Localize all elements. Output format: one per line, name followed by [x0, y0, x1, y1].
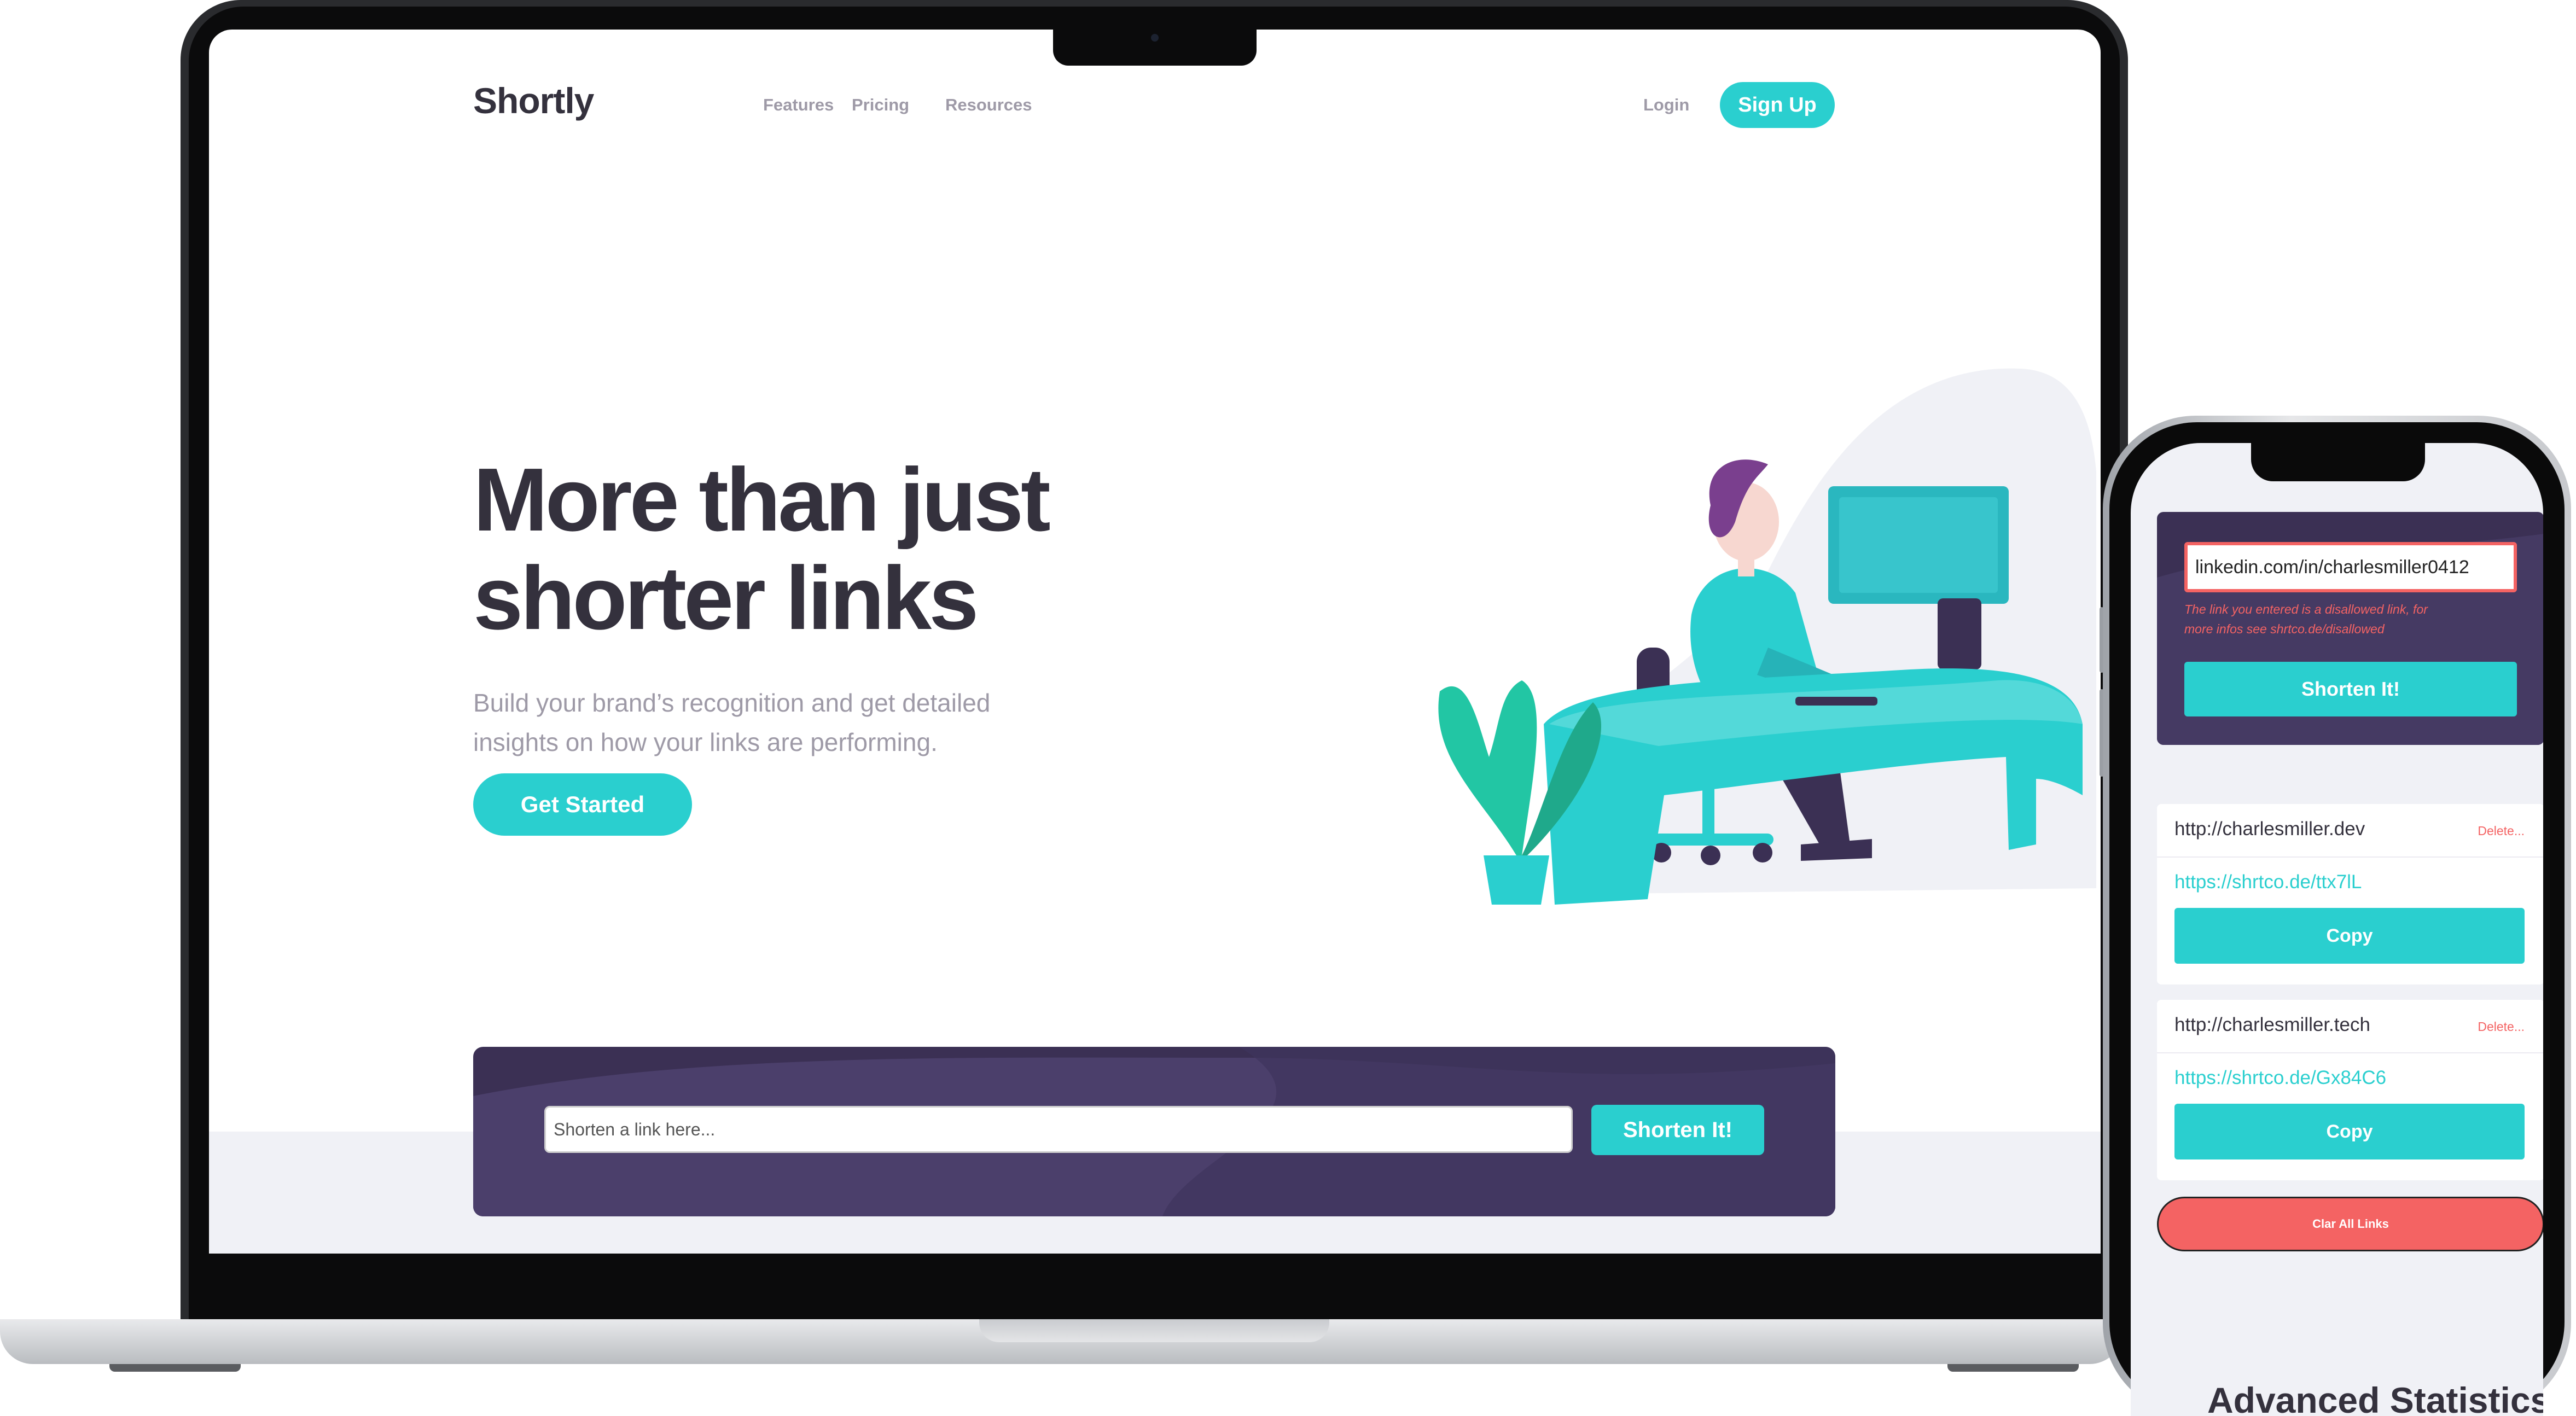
- desktop-screen: Shortly Features Pricing Resources Login…: [209, 30, 2101, 1254]
- hero-subtitle-line1: Build your brand’s recognition and get d…: [473, 689, 991, 717]
- login-link[interactable]: Login: [1643, 95, 1689, 115]
- original-url: http://charlesmiller.tech: [2174, 1014, 2370, 1035]
- mobile-shorten-it-button[interactable]: Shorten It!: [2184, 662, 2517, 716]
- nav-link-resources[interactable]: Resources: [945, 95, 1032, 115]
- nav-link-features[interactable]: Features: [763, 95, 834, 115]
- delete-link-button[interactable]: Delete...: [2478, 824, 2525, 838]
- hero-subtitle: Build your brand’s recognition and get d…: [473, 683, 1130, 762]
- laptop-foot-left: [109, 1364, 241, 1372]
- hero-title: More than just shorter links: [473, 451, 1239, 648]
- nav-link-pricing[interactable]: Pricing: [852, 95, 909, 115]
- shorten-it-button[interactable]: Shorten It!: [1591, 1105, 1764, 1155]
- copy-button[interactable]: Copy: [2174, 908, 2525, 964]
- error-message: The link you entered is a disallowed lin…: [2184, 599, 2513, 639]
- brand-logo[interactable]: Shortly: [473, 80, 594, 121]
- mobile-shorten-panel: The link you entered is a disallowed lin…: [2157, 512, 2543, 745]
- mobile-screen: The link you entered is a disallowed lin…: [2131, 443, 2543, 1416]
- mobile-shorten-link-input[interactable]: [2184, 542, 2517, 592]
- laptop-foot-right: [1947, 1364, 2079, 1372]
- link-result-card: http://charlesmiller.tech Delete... http…: [2157, 1000, 2543, 1180]
- clear-all-links-button[interactable]: Clar All Links: [2157, 1197, 2543, 1251]
- sign-up-button[interactable]: Sign Up: [1720, 82, 1835, 128]
- shorten-link-input[interactable]: [544, 1106, 1573, 1153]
- hero-title-line1: More than just: [473, 450, 1051, 550]
- laptop-chin: [189, 1254, 2120, 1319]
- delete-link-button[interactable]: Delete...: [2478, 1019, 2525, 1034]
- original-url: http://charlesmiller.dev: [2174, 818, 2365, 840]
- copy-button[interactable]: Copy: [2174, 1104, 2525, 1159]
- link-result-card: http://charlesmiller.dev Delete... https…: [2157, 804, 2543, 984]
- short-url[interactable]: https://shrtco.de/ttx7lL: [2174, 871, 2362, 893]
- error-message-line1: The link you entered is a disallowed lin…: [2184, 602, 2428, 616]
- camera-icon: [1151, 34, 1159, 42]
- section-heading-partial: Advanced Statistics: [2207, 1380, 2543, 1416]
- working-person-illustration: [1438, 368, 2096, 905]
- phone-notch: [2251, 442, 2425, 481]
- divider: [2157, 856, 2543, 858]
- hero-title-line2: shorter links: [473, 548, 979, 648]
- shorten-panel: Shorten It!: [473, 1047, 1835, 1216]
- laptop-base-notch: [979, 1319, 1329, 1342]
- laptop-notch: [1053, 27, 1257, 66]
- short-url[interactable]: https://shrtco.de/Gx84C6: [2174, 1067, 2386, 1089]
- hero-subtitle-line2: insights on how your links are performin…: [473, 728, 938, 756]
- error-message-line2: more infos see shrtco.de/disallowed: [2184, 622, 2385, 636]
- get-started-button[interactable]: Get Started: [473, 773, 692, 836]
- divider: [2157, 1052, 2543, 1053]
